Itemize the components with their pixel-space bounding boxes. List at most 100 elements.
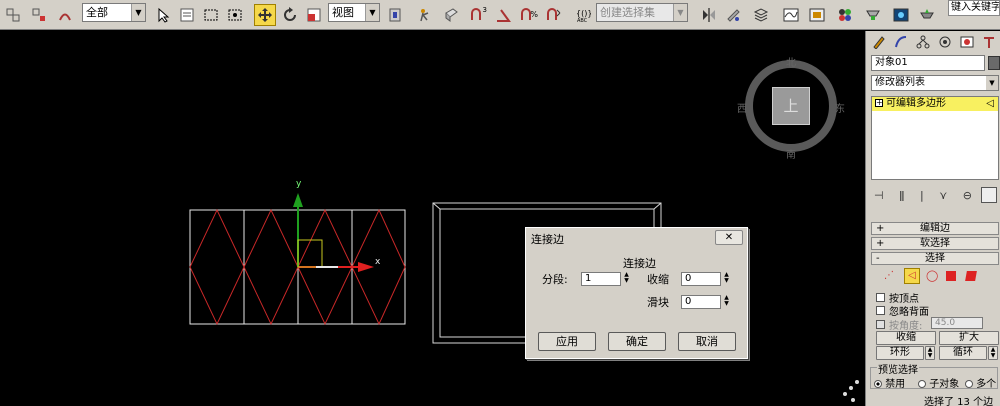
ring-spinner[interactable]: ▲ ▼ [925,346,935,360]
subobject-level-bar: ⋰ ◁ ◯ [882,268,982,286]
stack-item-editable-poly[interactable]: + 可编辑多边形 ◁ [872,97,998,111]
compass-west-label: 西 [737,104,747,115]
preview-off-radio[interactable]: 禁用 [874,375,905,390]
ref-coord-dropdown[interactable]: 视图 ▼ [328,3,380,22]
preview-multiple-radio[interactable]: 多个 [965,375,996,390]
segments-input[interactable]: 1 [581,272,621,286]
element-subobject-icon[interactable] [965,271,977,281]
polygon-subobject-icon[interactable] [946,271,956,281]
rect-selection-icon[interactable] [200,4,222,26]
rollout-edit-edges[interactable]: + 编辑边 [871,222,999,235]
axis-x-label: x [375,257,381,267]
curve-editor-icon[interactable] [780,4,802,26]
command-panel: 对象01 修改器列表 ▼ + 可编辑多边形 ◁ ⊣ ǁ | ⋎ ⊖ + 编辑边 + 软… [865,31,1000,406]
cancel-button[interactable]: 取消 [678,332,736,351]
create-tab-icon[interactable] [870,33,888,51]
viewcube-top-face[interactable]: 上 [772,87,810,125]
render-production-icon[interactable] [916,4,938,26]
utilities-tab-icon[interactable] [980,33,998,51]
object-name-input[interactable]: 对象01 [871,55,985,71]
connect-edges-dialog: 连接边 ✕ 连接边 分段: 1 ▲ ▼ 收缩 0 ▲ ▼ 滑块 0 ▲ ▼ 应用 确定… [525,227,748,359]
edit-named-sel-icon[interactable]: {()} ABC [572,4,594,26]
compass-north-label: 北 [786,58,796,69]
shrink-button[interactable]: 收缩 [876,331,936,345]
pinch-input[interactable]: 0 [681,272,721,286]
align-icon[interactable] [722,4,744,26]
panel-tabs [868,33,1000,53]
segments-spinner-arrows[interactable]: ▲ ▼ [622,272,631,286]
loop-spinner[interactable]: ▲ ▼ [988,346,998,360]
preview-subobject-radio[interactable]: 子对象 [918,375,959,390]
compass-east-label: 东 [835,104,845,115]
slide-label: 滑块 [647,296,669,309]
unlink-icon[interactable] [28,4,50,26]
mirror-icon[interactable] [698,4,720,26]
pinch-label: 收缩 [647,273,669,286]
selection-filter-dropdown[interactable]: 全部 ▼ [82,3,146,22]
object-color-swatch[interactable] [988,56,1000,70]
dialog-title: 连接边 [526,228,747,248]
apply-button[interactable]: 应用 [538,332,596,351]
hierarchy-tab-icon[interactable] [914,33,932,51]
keyboard-shortcut-icon[interactable] [440,4,462,26]
slide-spinner-arrows[interactable]: ▲ ▼ [722,295,731,309]
edge-subobject-button[interactable]: ◁ [904,268,920,284]
rollout-soft-selection[interactable]: + 软选择 [871,237,999,250]
ok-button[interactable]: 确定 [608,332,666,351]
decorative-curl-icon [843,380,859,402]
snap-3d-icon[interactable]: 3 [466,4,488,26]
rollout-selection[interactable]: - 选择 [871,252,999,265]
pivot-icon[interactable] [384,4,406,26]
dialog-close-button[interactable]: ✕ [715,230,743,245]
modifier-stack: + 可编辑多边形 ◁ [871,96,999,180]
display-tab-icon[interactable] [958,33,976,51]
rendered-frame-icon[interactable] [890,4,912,26]
pinch-spinner-arrows[interactable]: ▲ ▼ [722,272,731,286]
spinner-snap-icon[interactable] [542,4,564,26]
axis-y-label: y [296,179,302,189]
vertex-subobject-icon[interactable]: ⋰ [884,270,894,281]
stack-tool-icons[interactable]: ⊣ ǁ | ⋎ ⊖ [874,189,978,202]
selection-status-text: 选择了 13 个边 [924,397,994,406]
edge-subobject-icon: ◁ [986,98,994,109]
select-manipulate-icon[interactable] [414,4,436,26]
configure-modifier-sets-icon[interactable] [981,187,997,203]
modify-tab-icon[interactable] [892,33,910,51]
material-editor-icon[interactable] [834,4,856,26]
motion-tab-icon[interactable] [936,33,954,51]
layer-manager-icon[interactable] [750,4,772,26]
viewcube[interactable]: 上 北 南 西 东 [737,58,845,161]
named-selection-dropdown[interactable]: 创建选择集 ▼ [596,3,688,22]
bind-spacewarp-icon[interactable] [54,4,76,26]
select-by-name-icon[interactable] [176,4,198,26]
render-setup-icon[interactable] [862,4,884,26]
move-icon[interactable] [254,4,276,26]
preview-selection-group: 预览选择 禁用 子对象 多个 [870,361,998,390]
schematic-view-icon[interactable] [806,4,828,26]
border-subobject-icon[interactable]: ◯ [926,269,938,282]
ignore-backface-checkbox[interactable]: 忽略背面 [876,303,929,318]
segments-label: 分段: [542,273,568,286]
slide-input[interactable]: 0 [681,295,721,309]
grow-button[interactable]: 扩大 [939,331,999,345]
ring-button[interactable]: 环形 [876,346,924,360]
window-crossing-icon[interactable] [224,4,246,26]
select-object-icon[interactable] [152,4,174,26]
percent-snap-icon[interactable]: % [516,4,538,26]
loop-button[interactable]: 循环 [939,346,987,360]
by-angle-checkbox[interactable]: 按角度: [876,317,922,332]
move-gizmo [293,193,374,272]
app-window: 全部 ▼ 视图 ▼ 3 % {()} ABC 创建选择集 ▼ 键入关键字 y x… [0,0,1000,406]
modifier-list-dropdown[interactable]: 修改器列表 ▼ [871,75,999,91]
angle-snap-icon[interactable] [492,4,514,26]
rotate-icon[interactable] [279,4,301,26]
preview-selection-label: 预览选择 [877,361,919,376]
svg-text:{()}: {()} [576,9,591,18]
svg-text:ABC: ABC [577,18,588,23]
main-toolbar: 全部 ▼ 视图 ▼ 3 % {()} ABC 创建选择集 ▼ 键入关键字 [0,0,1000,30]
scale-icon[interactable] [303,4,325,26]
compass-south-label: 南 [786,150,796,161]
link-icon[interactable] [2,4,24,26]
angle-input[interactable]: 45.0 [931,317,983,329]
search-input[interactable]: 键入关键字 [948,0,1000,16]
